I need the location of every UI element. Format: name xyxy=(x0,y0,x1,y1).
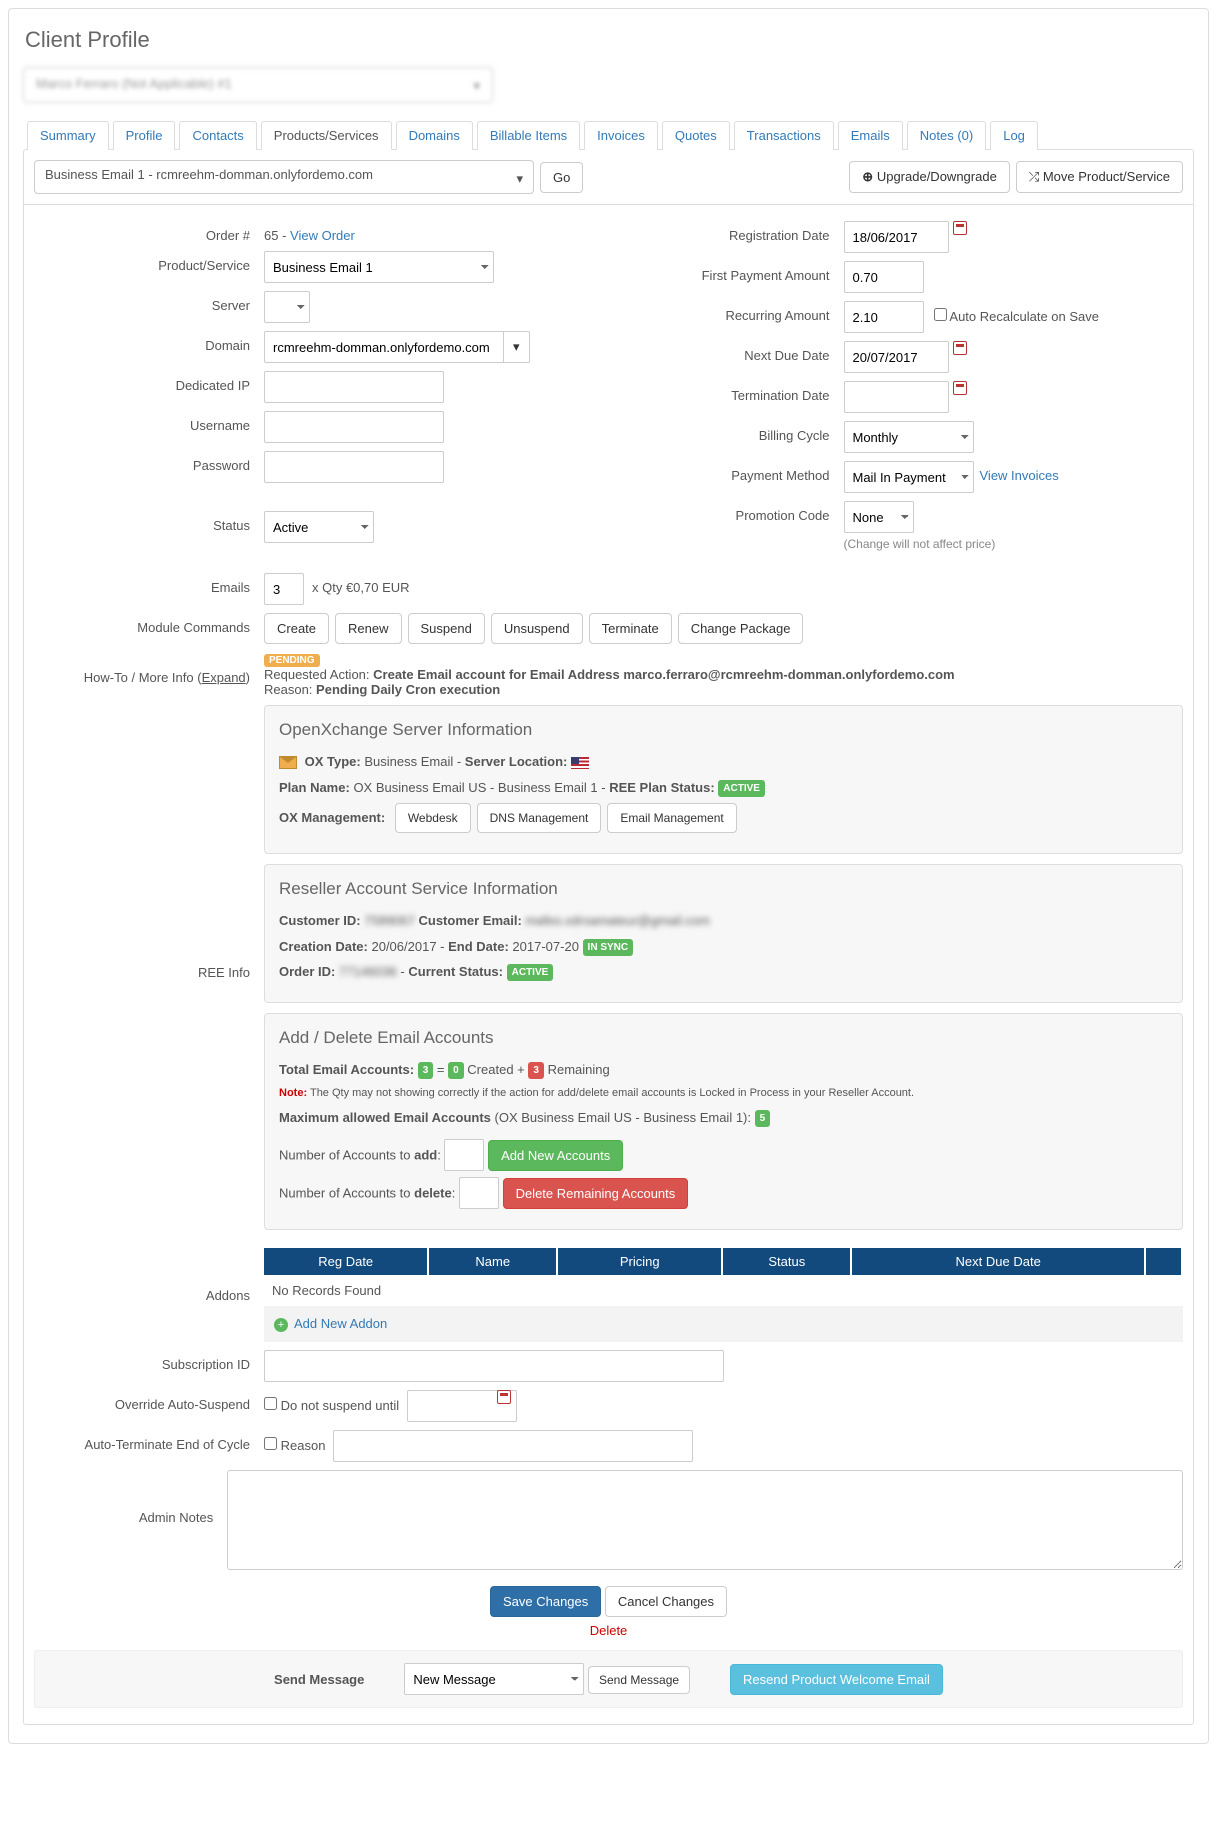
reseller-info-well: Reseller Account Service Information Cus… xyxy=(264,864,1183,1003)
termination-input[interactable] xyxy=(844,381,949,413)
promo-select[interactable]: None xyxy=(844,501,914,533)
delete-accounts-input[interactable] xyxy=(459,1177,499,1209)
suspend-checkbox[interactable] xyxy=(264,1397,277,1410)
next-due-input[interactable] xyxy=(844,341,949,373)
calendar-icon[interactable] xyxy=(953,221,967,235)
email-management-button[interactable]: Email Management xyxy=(607,803,736,833)
renew-button[interactable]: Renew xyxy=(335,613,401,644)
terminate-button[interactable]: Terminate xyxy=(589,613,672,644)
emails-qty-input[interactable] xyxy=(264,573,304,605)
autoterm-reason-input[interactable] xyxy=(333,1430,693,1462)
tab-billable-items[interactable]: Billable Items xyxy=(477,121,580,150)
resend-welcome-button[interactable]: Resend Product Welcome Email xyxy=(730,1664,943,1695)
upgrade-button[interactable]: ⊕ Upgrade/Downgrade xyxy=(849,161,1010,193)
password-input[interactable] xyxy=(264,451,444,483)
domain-input[interactable] xyxy=(264,331,504,363)
tab-domains[interactable]: Domains xyxy=(396,121,473,150)
reg-date-input[interactable] xyxy=(844,221,949,253)
mail-icon xyxy=(279,756,297,769)
calendar-icon[interactable] xyxy=(953,381,967,395)
admin-notes-textarea[interactable] xyxy=(227,1470,1183,1570)
tabs: SummaryProfileContactsProducts/ServicesD… xyxy=(23,121,1194,150)
delete-accounts-button[interactable]: Delete Remaining Accounts xyxy=(503,1178,689,1209)
first-payment-input[interactable] xyxy=(844,261,924,293)
delete-link[interactable]: Delete xyxy=(590,1623,628,1638)
order-label: Order # xyxy=(34,221,264,243)
tab-profile[interactable]: Profile xyxy=(113,121,176,150)
add-accounts-button[interactable]: Add New Accounts xyxy=(488,1140,623,1171)
tab-log[interactable]: Log xyxy=(990,121,1038,150)
tab-contacts[interactable]: Contacts xyxy=(179,121,256,150)
tab-invoices[interactable]: Invoices xyxy=(584,121,658,150)
dedicated-ip-input[interactable] xyxy=(264,371,444,403)
cancel-button[interactable]: Cancel Changes xyxy=(605,1586,727,1617)
calendar-icon[interactable] xyxy=(953,341,967,355)
add-addon-link[interactable]: Add New Addon xyxy=(294,1316,387,1331)
product-select[interactable]: Business Email 1 - rcmreehm-domman.onlyf… xyxy=(34,160,534,194)
status-badge: ACTIVE xyxy=(718,780,765,797)
tab-products-services[interactable]: Products/Services xyxy=(261,121,392,150)
product-toolbar: Business Email 1 - rcmreehm-domman.onlyf… xyxy=(23,149,1194,205)
recurring-input[interactable] xyxy=(844,301,924,333)
domain-dropdown-button[interactable]: ▾ xyxy=(504,331,530,363)
addons-table-header: Reg DateNamePricingStatusNext Due Date xyxy=(264,1248,1183,1275)
create-button[interactable]: Create xyxy=(264,613,329,644)
product-form: Order # 65 - View Order Product/Service … xyxy=(23,205,1194,1725)
webdesk-button[interactable]: Webdesk xyxy=(395,803,471,833)
dns-management-button[interactable]: DNS Management xyxy=(477,803,602,833)
email-accounts-well: Add / Delete Email Accounts Total Email … xyxy=(264,1013,1183,1231)
billing-cycle-select[interactable]: Monthly xyxy=(844,421,974,453)
save-button[interactable]: Save Changes xyxy=(490,1586,601,1617)
chevron-down-icon: ▾ xyxy=(516,171,523,187)
subscription-id-input[interactable] xyxy=(264,1350,724,1382)
username-input[interactable] xyxy=(264,411,444,443)
server-select[interactable] xyxy=(264,291,310,323)
view-order-link[interactable]: View Order xyxy=(290,228,355,243)
autoterm-checkbox[interactable] xyxy=(264,1437,277,1450)
send-message-button[interactable]: Send Message xyxy=(588,1666,690,1694)
ox-info-well: OpenXchange Server Information OX Type: … xyxy=(264,705,1183,854)
tab-transactions[interactable]: Transactions xyxy=(734,121,834,150)
tab-quotes[interactable]: Quotes xyxy=(662,121,730,150)
sync-badge: IN SYNC xyxy=(583,939,634,956)
auto-recalc-label[interactable]: Auto Recalculate on Save xyxy=(924,301,1100,324)
client-dropdown[interactable]: Marco Ferraro (Not Applicable) #1 ▾ xyxy=(23,67,493,103)
view-invoices-link[interactable]: View Invoices xyxy=(974,461,1059,483)
auto-recalc-checkbox[interactable] xyxy=(934,308,947,321)
payment-method-select[interactable]: Mail In Payment xyxy=(844,461,974,493)
go-button[interactable]: Go xyxy=(540,162,583,193)
change-package-button[interactable]: Change Package xyxy=(678,613,804,644)
product-service-select[interactable]: Business Email 1 xyxy=(264,251,494,283)
pending-badge: PENDING xyxy=(264,654,320,667)
status-badge: ACTIVE xyxy=(507,964,554,981)
page-title: Client Profile xyxy=(25,27,1194,53)
client-profile-panel: Client Profile Marco Ferraro (Not Applic… xyxy=(8,8,1209,1744)
chevron-down-icon: ▾ xyxy=(473,78,480,94)
status-select[interactable]: Active xyxy=(264,511,374,543)
suspend-button[interactable]: Suspend xyxy=(408,613,485,644)
calendar-icon[interactable] xyxy=(497,1390,511,1404)
us-flag-icon xyxy=(571,757,589,769)
unsuspend-button[interactable]: Unsuspend xyxy=(491,613,583,644)
send-message-select[interactable]: New Message xyxy=(404,1663,584,1695)
plus-icon: + xyxy=(274,1318,288,1332)
tab-notes-0-[interactable]: Notes (0) xyxy=(907,121,986,150)
tab-summary[interactable]: Summary xyxy=(27,121,109,150)
expand-link[interactable]: Expand xyxy=(202,670,246,685)
move-product-button[interactable]: ⤮ Move Product/Service xyxy=(1016,161,1183,193)
add-accounts-input[interactable] xyxy=(444,1139,484,1171)
tab-emails[interactable]: Emails xyxy=(838,121,903,150)
